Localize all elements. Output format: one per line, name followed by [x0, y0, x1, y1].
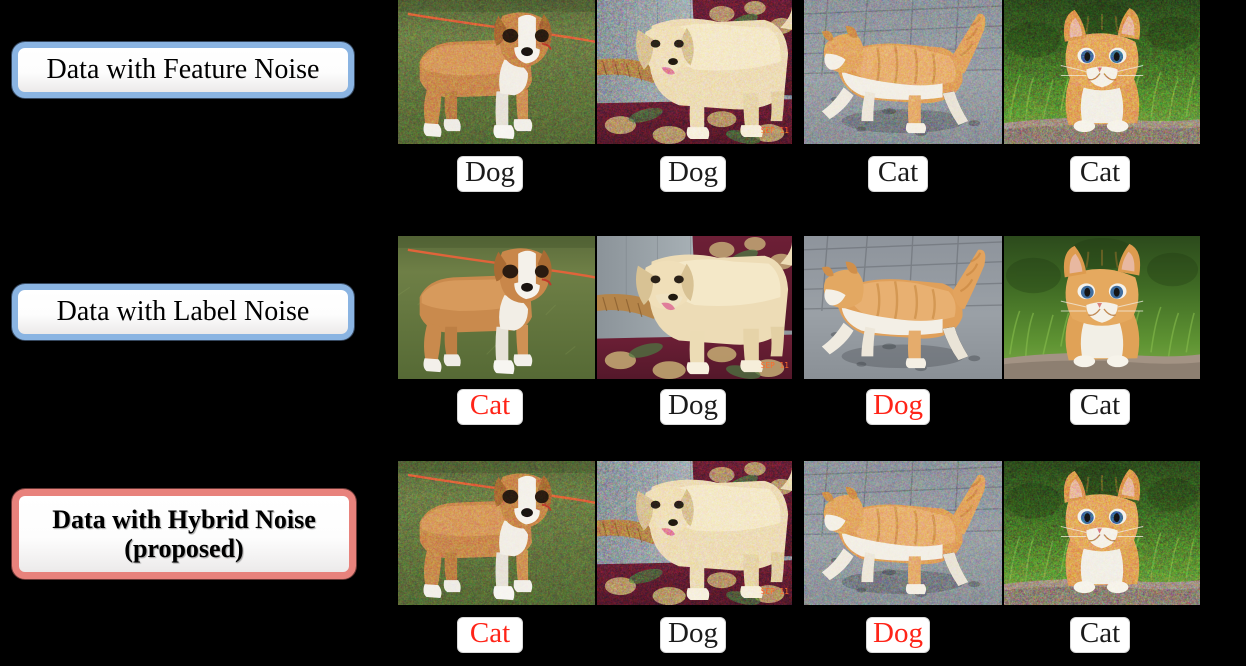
category-box-hybrid-noise: Data with Hybrid Noise (proposed): [12, 489, 356, 579]
sample-image-r1c1: [398, 0, 595, 144]
label-tag-r1c4: Cat: [1070, 156, 1130, 192]
svg-text:SEP 11: SEP 11: [761, 126, 789, 135]
label-tag-r3c2: Dog: [660, 617, 726, 653]
label-tag-text: Dog: [668, 617, 718, 649]
label-tag-text: Dog: [668, 389, 718, 421]
label-tag-text: Dog: [668, 156, 718, 188]
label-tag-text: Cat: [469, 389, 511, 421]
sample-image-r3c4: [1004, 461, 1200, 605]
svg-text:SEP 11: SEP 11: [761, 361, 789, 370]
category-box-feature-noise: Data with Feature Noise: [12, 42, 354, 98]
label-tag-text: Cat: [1079, 156, 1121, 188]
sample-image-r2c1: [398, 236, 595, 379]
sample-image-r2c2: SEP 11: [597, 236, 792, 379]
label-tag-r2c3: Dog: [866, 389, 930, 425]
sample-image-r3c2: SEP 11: [597, 461, 792, 605]
label-tag-text: Cat: [1079, 389, 1121, 421]
label-tag-text: Cat: [877, 156, 919, 188]
label-tag-r2c1: Cat: [457, 389, 523, 425]
label-tag-r2c2: Dog: [660, 389, 726, 425]
label-tag-text: Dog: [873, 617, 923, 649]
category-label-feature-noise: Data with Feature Noise: [46, 54, 320, 86]
label-tag-r3c3: Dog: [866, 617, 930, 653]
sample-image-r2c3: [804, 236, 1002, 379]
svg-text:SEP 11: SEP 11: [761, 587, 789, 596]
category-label-hybrid-noise-subtitle: (proposed): [124, 534, 244, 563]
sample-image-r1c2: SEP 11: [597, 0, 792, 144]
category-box-label-noise: Data with Label Noise: [12, 284, 354, 340]
sample-image-r1c3: [804, 0, 1002, 144]
category-label-hybrid-noise: Data with Hybrid Noise: [52, 504, 316, 534]
sample-image-r3c3: [804, 461, 1002, 605]
category-label-label-noise: Data with Label Noise: [56, 296, 310, 328]
sample-image-r1c4: [1004, 0, 1200, 144]
label-tag-r1c1: Dog: [457, 156, 523, 192]
label-tag-r1c2: Dog: [660, 156, 726, 192]
label-tag-text: Cat: [1079, 617, 1121, 649]
label-tag-r3c1: Cat: [457, 617, 523, 653]
label-tag-r3c4: Cat: [1070, 617, 1130, 653]
label-tag-r1c3: Cat: [868, 156, 928, 192]
figure-canvas: Data with Feature Noise Data with Label …: [0, 0, 1246, 666]
label-tag-text: Cat: [469, 617, 511, 649]
label-tag-text: Dog: [873, 389, 923, 421]
label-tag-text: Dog: [465, 156, 515, 188]
sample-image-r2c4: [1004, 236, 1200, 379]
label-tag-r2c4: Cat: [1070, 389, 1130, 425]
sample-image-r3c1: [398, 461, 595, 605]
